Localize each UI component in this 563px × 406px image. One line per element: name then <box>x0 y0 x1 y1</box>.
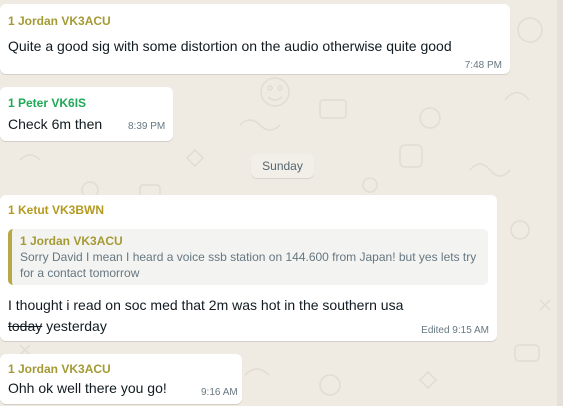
quoted-text: Sorry David I mean I heard a voice ssb s… <box>20 250 477 280</box>
message-time: Edited 9:15 AM <box>421 325 489 336</box>
quoted-sender: 1 Jordan VK3ACU <box>20 234 123 248</box>
message-time: 7:48 PM <box>464 60 502 71</box>
struck-text: today <box>8 318 43 334</box>
message-text: Ohh ok well there you go! <box>8 380 167 396</box>
message-time: 8:39 PM <box>128 121 166 132</box>
message-text-line2: today yesterday <box>8 316 107 336</box>
quoted-message[interactable]: 1 Jordan VK3ACU Sorry David I mean I hea… <box>8 229 488 285</box>
message-sender[interactable]: 1 Jordan VK3ACU <box>8 362 111 376</box>
day-separator: Sunday <box>251 154 314 178</box>
message-time: 9:16 AM <box>201 387 238 398</box>
message-sender[interactable]: 1 Peter VK6IS <box>8 96 86 110</box>
message-bubble[interactable]: 1 Ketut VK3BWN 1 Jordan VK3ACU Sorry Dav… <box>0 195 497 341</box>
message-bubble[interactable]: 1 Jordan VK3ACU Ohh ok well there you go… <box>0 354 242 404</box>
message-text: Quite a good sig with some distortion on… <box>8 38 452 54</box>
scrollbar-track[interactable] <box>557 0 563 406</box>
message-bubble[interactable]: 1 Peter VK6IS Check 6m then 8:39 PM <box>0 87 173 141</box>
message-bubble[interactable]: 1 Jordan VK3ACU Quite a good sig with so… <box>0 4 510 74</box>
message-sender[interactable]: 1 Ketut VK3BWN <box>8 203 104 217</box>
message-text: Check 6m then <box>8 116 103 132</box>
message-sender[interactable]: 1 Jordan VK3ACU <box>8 14 111 28</box>
message-text-rest: yesterday <box>42 318 107 334</box>
message-text: I thought i read on soc med that 2m was … <box>8 297 404 313</box>
